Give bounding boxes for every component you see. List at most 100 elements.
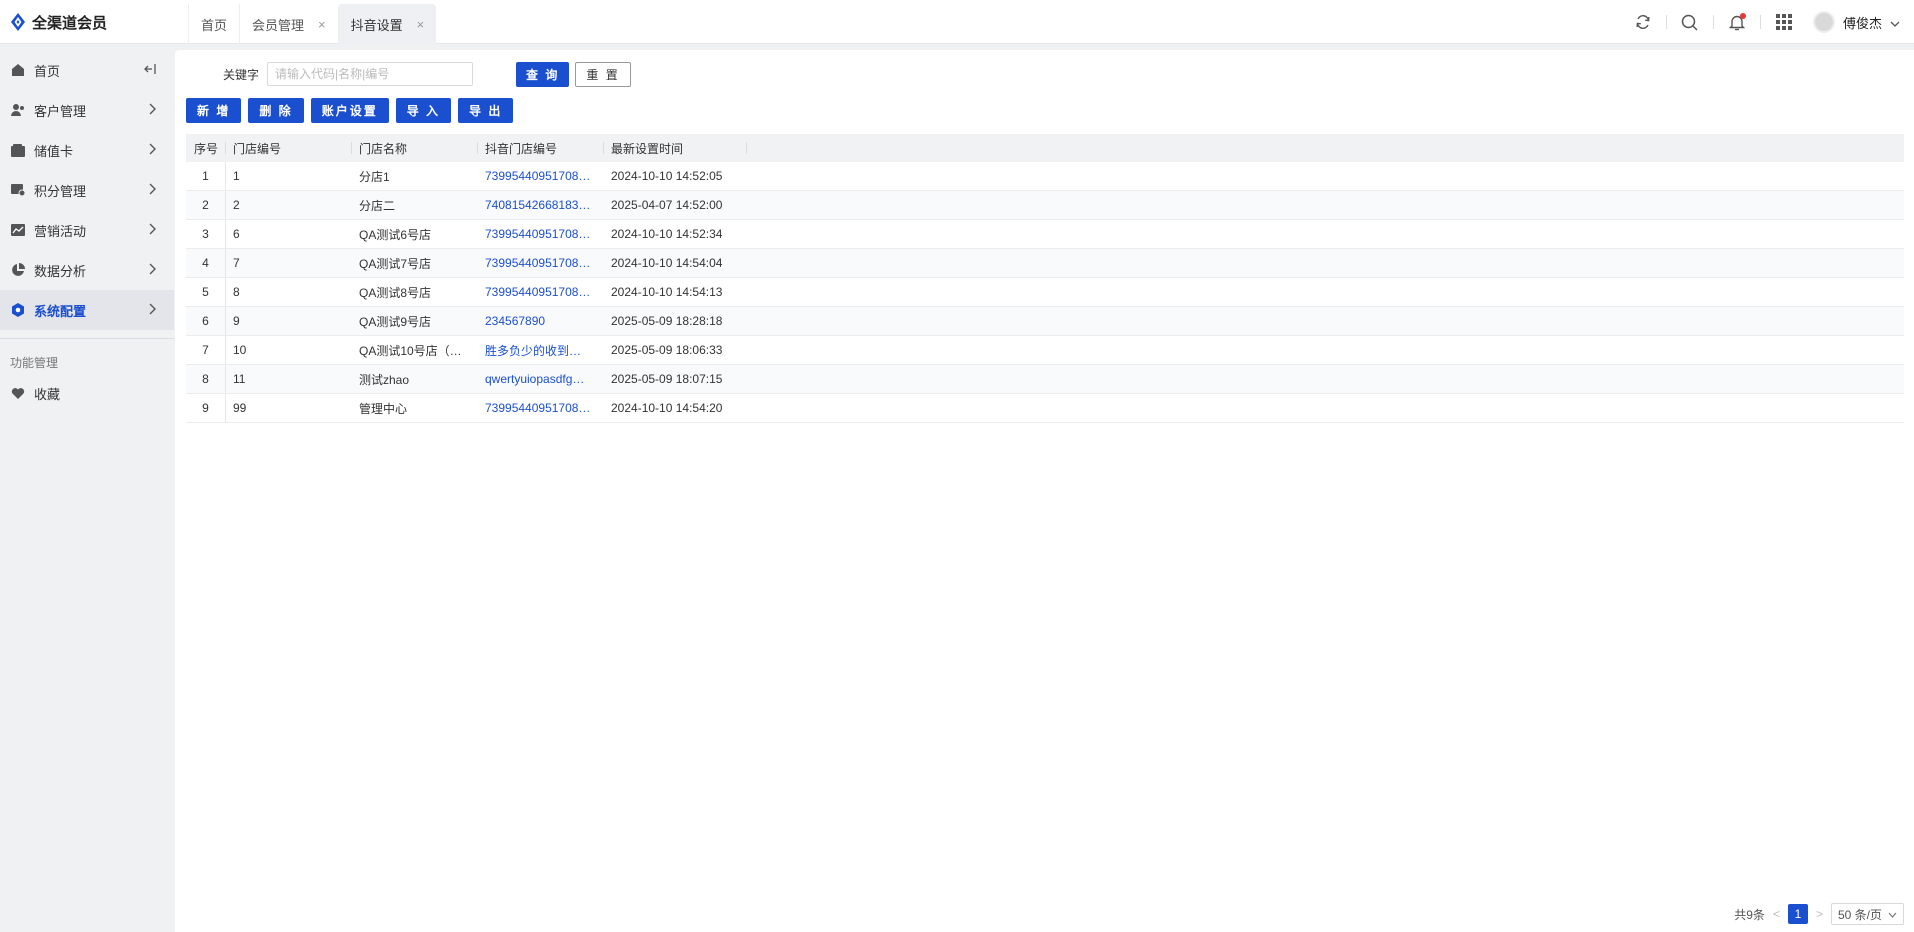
column-header-index[interactable]: 序号: [186, 134, 226, 162]
cell-updated-time: 2025-05-09 18:06:33: [604, 336, 747, 364]
cell-updated-time: 2024-10-10 14:54:20: [604, 394, 747, 422]
cell-updated-time: 2024-10-10 14:54:04: [604, 249, 747, 277]
sidebar-item-home[interactable]: 首页: [0, 50, 174, 90]
table-row[interactable]: 1 1 分店1 73995440951708… 2024-10-10 14:52:05: [186, 162, 1904, 191]
table-row[interactable]: 5 8 QA测试8号店 73995440951708… 2024-10-10 14:54…: [186, 278, 1904, 307]
douyin-store-link[interactable]: 73995440951708…: [485, 169, 590, 183]
sidebar-item-label: 收藏: [34, 386, 61, 402]
chevron-right-icon: [149, 223, 156, 238]
logo-icon: [10, 13, 26, 31]
cell-douyin-store-code[interactable]: 73995440951708…: [478, 278, 604, 306]
cell-text: 2025-05-09 18:06:33: [611, 343, 723, 357]
cell-douyin-store-code[interactable]: 73995440951708…: [478, 220, 604, 248]
cell-store-code: 7: [226, 249, 352, 277]
cell-text: 1: [202, 169, 209, 183]
douyin-store-link[interactable]: qwertyuiopasdfg…: [485, 372, 584, 386]
import-button[interactable]: 导 入: [395, 98, 452, 123]
collapse-sidebar-icon[interactable]: [144, 63, 156, 78]
cell-text: 2024-10-10 14:52:34: [611, 227, 723, 241]
column-header-store-name[interactable]: 门店名称: [352, 134, 478, 162]
cell-store-name: 测试zhao: [352, 365, 478, 393]
reset-button[interactable]: 重 置: [575, 61, 631, 87]
brand[interactable]: 全渠道会员: [10, 0, 107, 44]
header-actions: 傅俊杰: [1620, 0, 1914, 44]
user-icon: [10, 102, 26, 118]
sidebar-item-label: 积分管理: [34, 183, 87, 199]
column-header-douyin-store-code[interactable]: 抖音门店编号: [478, 134, 604, 162]
table-row[interactable]: 8 11 测试zhao qwertyuiopasdfg… 2025-05-09 18:0…: [186, 365, 1904, 394]
cell-douyin-store-code[interactable]: 73995440951708…: [478, 249, 604, 277]
cell-douyin-store-code[interactable]: 73995440951708…: [478, 394, 604, 422]
page-size-select[interactable]: 50 条/页: [1830, 903, 1904, 925]
douyin-store-link[interactable]: 73995440951708…: [485, 256, 590, 270]
sidebar-item-customers[interactable]: 客户管理: [0, 90, 174, 130]
douyin-store-link[interactable]: 234567890: [485, 314, 545, 328]
tab-member-management[interactable]: 会员管理 ×: [239, 4, 338, 44]
wallet-icon: [10, 142, 26, 158]
page-size-label: 50 条/页: [1837, 907, 1882, 922]
search-icon[interactable]: [1667, 0, 1713, 44]
bell-icon[interactable]: [1714, 0, 1760, 44]
table-row[interactable]: 7 10 QA测试10号店（… 胜多负少的收到… 2025-05-09 18:06:33: [186, 336, 1904, 365]
cell-index: 1: [186, 162, 226, 190]
cell-text: QA测试7号店: [359, 256, 432, 271]
cell-text: 2024-10-10 14:54:13: [611, 285, 723, 299]
column-header-updated-time[interactable]: 最新设置时间: [604, 134, 747, 162]
close-icon[interactable]: ×: [318, 17, 326, 32]
sidebar-item-stored-value-card[interactable]: 储值卡: [0, 130, 174, 170]
close-icon[interactable]: ×: [417, 17, 425, 32]
next-page-button[interactable]: >: [1816, 907, 1823, 921]
prev-page-button[interactable]: <: [1773, 907, 1780, 921]
cell-douyin-store-code[interactable]: 73995440951708…: [478, 162, 604, 190]
sidebar-item-analytics[interactable]: 数据分析: [0, 250, 174, 290]
query-button[interactable]: 查 询: [516, 61, 570, 87]
chevron-right-icon: [149, 143, 156, 158]
cell-douyin-store-code[interactable]: 74081542668183…: [478, 191, 604, 219]
table-row[interactable]: 4 7 QA测试7号店 73995440951708… 2024-10-10 14:54…: [186, 249, 1904, 278]
apps-grid-icon[interactable]: [1761, 0, 1807, 44]
sidebar-item-favorites[interactable]: 收藏: [0, 377, 174, 409]
chevron-down-icon: [1890, 15, 1900, 30]
sidebar-item-points[interactable]: 积分管理: [0, 170, 174, 210]
douyin-store-link[interactable]: 73995440951708…: [485, 227, 590, 241]
cell-store-code: 11: [226, 365, 352, 393]
sidebar-item-system-config[interactable]: 系统配置: [0, 290, 174, 330]
table-row[interactable]: 2 2 分店二 74081542668183… 2025-04-07 14:52:00: [186, 191, 1904, 220]
user-menu[interactable]: 傅俊杰: [1807, 0, 1914, 44]
cell-text: QA测试8号店: [359, 285, 432, 300]
cell-douyin-store-code[interactable]: 234567890: [478, 307, 604, 335]
cell-store-code: 9: [226, 307, 352, 335]
cell-store-name: QA测试10号店（…: [352, 336, 478, 364]
tab-douyin-settings[interactable]: 抖音设置 ×: [337, 4, 437, 44]
cell-text: 4: [202, 256, 209, 270]
add-button[interactable]: 新 增: [186, 98, 242, 123]
cell-douyin-store-code[interactable]: qwertyuiopasdfg…: [478, 365, 604, 393]
douyin-store-link[interactable]: 73995440951708…: [485, 401, 590, 415]
delete-button[interactable]: 删 除: [248, 98, 304, 123]
chevron-right-icon: [149, 263, 156, 278]
table-row[interactable]: 9 99 管理中心 73995440951708… 2024-10-10 14:54:2…: [186, 394, 1904, 423]
cell-store-code: 6: [226, 220, 352, 248]
table-row[interactable]: 3 6 QA测试6号店 73995440951708… 2024-10-10 14:52…: [186, 220, 1904, 249]
page-1-button[interactable]: 1: [1787, 904, 1808, 924]
cell-text: QA测试6号店: [359, 227, 432, 242]
account-settings-button[interactable]: 账户设置: [310, 98, 389, 123]
cell-store-name: QA测试8号店: [352, 278, 478, 306]
export-button[interactable]: 导 出: [458, 98, 514, 123]
cell-text: 5: [202, 285, 209, 299]
cell-text: 分店1: [359, 169, 390, 184]
column-header-store-code[interactable]: 门店编号: [226, 134, 352, 162]
cell-douyin-store-code[interactable]: 胜多负少的收到…: [478, 336, 604, 364]
refresh-icon[interactable]: [1620, 0, 1666, 44]
douyin-store-link[interactable]: 74081542668183…: [485, 198, 590, 212]
cell-index: 8: [186, 365, 226, 393]
tab-home[interactable]: 首页: [188, 4, 239, 44]
douyin-store-link[interactable]: 胜多负少的收到…: [485, 342, 581, 359]
cell-text: 9: [202, 401, 209, 415]
cell-text: 2024-10-10 14:54:04: [611, 256, 723, 270]
keyword-input[interactable]: [267, 62, 474, 86]
table-row[interactable]: 6 9 QA测试9号店 234567890 2025-05-09 18:28:18: [186, 307, 1904, 336]
cell-text: 分店二: [359, 198, 396, 213]
douyin-store-link[interactable]: 73995440951708…: [485, 285, 590, 299]
sidebar-item-marketing[interactable]: 营销活动: [0, 210, 174, 250]
